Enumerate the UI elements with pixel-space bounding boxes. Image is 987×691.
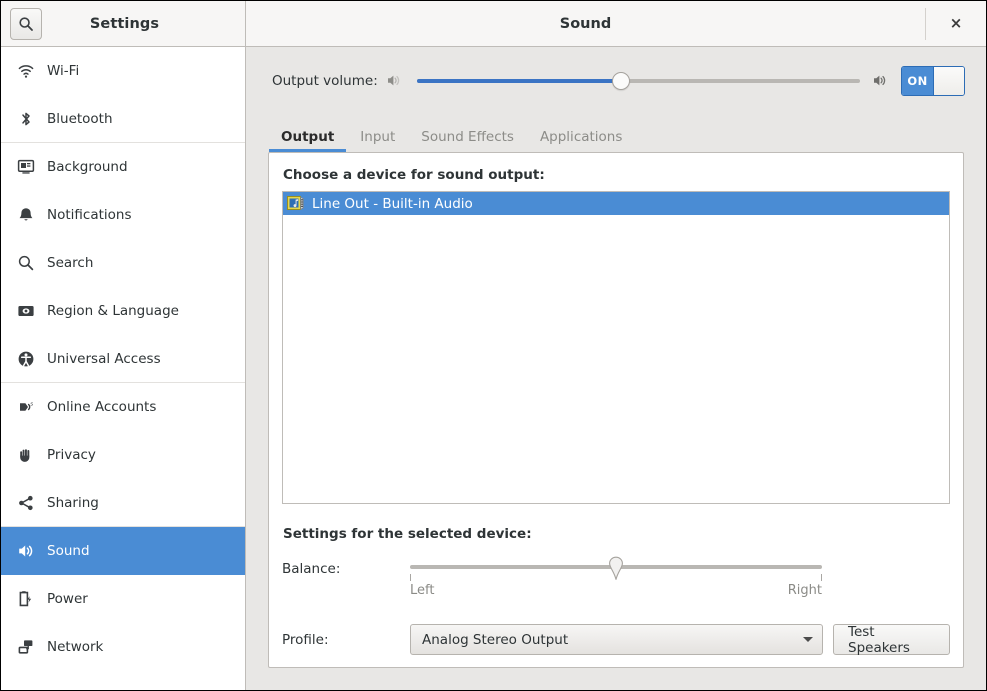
share-icon — [17, 494, 43, 512]
window-titlebar: Settings Sound × — [1, 1, 986, 47]
tab-input[interactable]: Input — [347, 130, 408, 153]
sidebar-item-label: Wi-Fi — [47, 63, 80, 79]
output-tab-page: Choose a device for sound output: Line O… — [268, 152, 964, 668]
balance-left-label: Left — [410, 583, 435, 598]
search-icon — [18, 16, 34, 32]
wifi-icon — [17, 62, 43, 80]
test-speakers-button[interactable]: Test Speakers — [833, 624, 950, 656]
sidebar-item-privacy[interactable]: Privacy — [1, 431, 245, 479]
profile-row: Profile: Analog Stereo Output Test Speak… — [282, 624, 950, 656]
sound-tabs: Output Input Sound Effects Applications — [246, 114, 986, 152]
device-settings-heading: Settings for the selected device: — [283, 526, 532, 542]
balance-tick-right — [821, 574, 822, 581]
region-language-icon — [17, 302, 43, 320]
sidebar-item-label: Sound — [47, 543, 90, 559]
tab-applications[interactable]: Applications — [527, 130, 635, 153]
balance-row: Balance: Left Right — [282, 556, 950, 604]
sidebar-item-sharing[interactable]: Sharing — [1, 479, 245, 527]
profile-select[interactable]: Analog Stereo Output — [410, 624, 823, 655]
sidebar-item-label: Power — [47, 591, 88, 607]
sidebar-item-label: Sharing — [47, 494, 99, 511]
speaker-icon — [17, 542, 43, 560]
page-title: Sound — [559, 15, 612, 32]
speaker-high-icon — [872, 72, 889, 89]
sound-panel: Output volume: ON Output Input Sound Eff… — [246, 47, 986, 690]
output-volume-row: Output volume: ON — [246, 47, 986, 114]
sidebar-item-sound[interactable]: Sound — [1, 527, 245, 575]
balance-tick-left — [410, 574, 411, 581]
panel-header: Sound × — [246, 1, 986, 46]
sidebar-item-region-language[interactable]: Region & Language — [1, 287, 245, 335]
sidebar-item-bluetooth[interactable]: Bluetooth — [1, 95, 245, 143]
balance-right-label: Right — [787, 583, 822, 598]
chevron-down-icon — [803, 637, 813, 642]
output-volume-label: Output volume: — [272, 72, 378, 89]
sidebar-item-network[interactable]: Network — [1, 623, 245, 671]
output-device-list[interactable]: Line Out - Built-in Audio — [282, 191, 950, 504]
balance-label: Balance: — [282, 561, 341, 577]
accessibility-icon — [17, 350, 43, 368]
sidebar-item-wifi[interactable]: Wi-Fi — [1, 47, 245, 95]
settings-sidebar: Wi-Fi Bluetooth Background Notifications… — [1, 47, 246, 690]
sidebar-item-power[interactable]: Power — [1, 575, 245, 623]
list-item[interactable]: Line Out - Built-in Audio — [283, 192, 949, 215]
output-volume-toggle[interactable]: ON — [901, 65, 965, 96]
app-title: Settings — [89, 15, 160, 32]
sidebar-item-label: Search — [47, 255, 94, 271]
hand-icon — [17, 446, 43, 464]
search-button[interactable] — [10, 7, 42, 40]
slider-handle[interactable] — [611, 71, 630, 90]
svg-text:s: s — [30, 402, 33, 408]
sidebar-item-background[interactable]: Background — [1, 143, 245, 191]
speaker-low-icon — [386, 72, 403, 89]
toggle-knob — [933, 66, 964, 95]
sidebar-item-label: Bluetooth — [47, 110, 113, 127]
sidebar-item-label: Privacy — [47, 447, 96, 463]
toggle-on-label: ON — [902, 66, 933, 95]
sidebar-item-label: Universal Access — [47, 350, 161, 367]
balance-endpoints: Left Right — [410, 583, 822, 598]
sidebar-header: Settings — [1, 1, 246, 46]
background-icon — [17, 158, 43, 176]
sidebar-item-label: Region & Language — [47, 303, 179, 319]
sidebar-item-label: Network — [47, 639, 104, 655]
sidebar-item-label: Online Accounts — [47, 399, 157, 415]
close-icon: × — [949, 14, 963, 32]
sidebar-item-online-accounts[interactable]: s Online Accounts — [1, 383, 245, 431]
tab-sound-effects[interactable]: Sound Effects — [408, 130, 527, 153]
slider-handle[interactable] — [605, 556, 627, 581]
close-button[interactable]: × — [925, 7, 986, 40]
profile-label: Profile: — [282, 631, 329, 648]
search-icon — [17, 254, 43, 272]
sidebar-item-search[interactable]: Search — [1, 239, 245, 287]
online-accounts-icon: s — [17, 398, 43, 416]
sidebar-item-label: Notifications — [47, 207, 132, 223]
battery-icon — [17, 590, 43, 608]
audio-card-icon — [287, 195, 305, 213]
bluetooth-icon — [17, 110, 43, 128]
settings-window: Settings Sound × Wi-Fi Bluetooth Backgro… — [0, 0, 987, 691]
profile-selected-value: Analog Stereo Output — [422, 631, 569, 648]
list-item-label: Line Out - Built-in Audio — [312, 195, 473, 212]
sidebar-item-label: Background — [47, 159, 128, 175]
output-volume-slider[interactable] — [416, 71, 860, 91]
sidebar-item-universal-access[interactable]: Universal Access — [1, 335, 245, 383]
tab-output[interactable]: Output — [268, 130, 347, 153]
slider-fill — [416, 78, 621, 83]
choose-device-heading: Choose a device for sound output: — [283, 167, 545, 183]
bell-icon — [17, 206, 43, 224]
network-icon — [17, 638, 43, 656]
window-body: Wi-Fi Bluetooth Background Notifications… — [1, 47, 986, 690]
sidebar-item-notifications[interactable]: Notifications — [1, 191, 245, 239]
